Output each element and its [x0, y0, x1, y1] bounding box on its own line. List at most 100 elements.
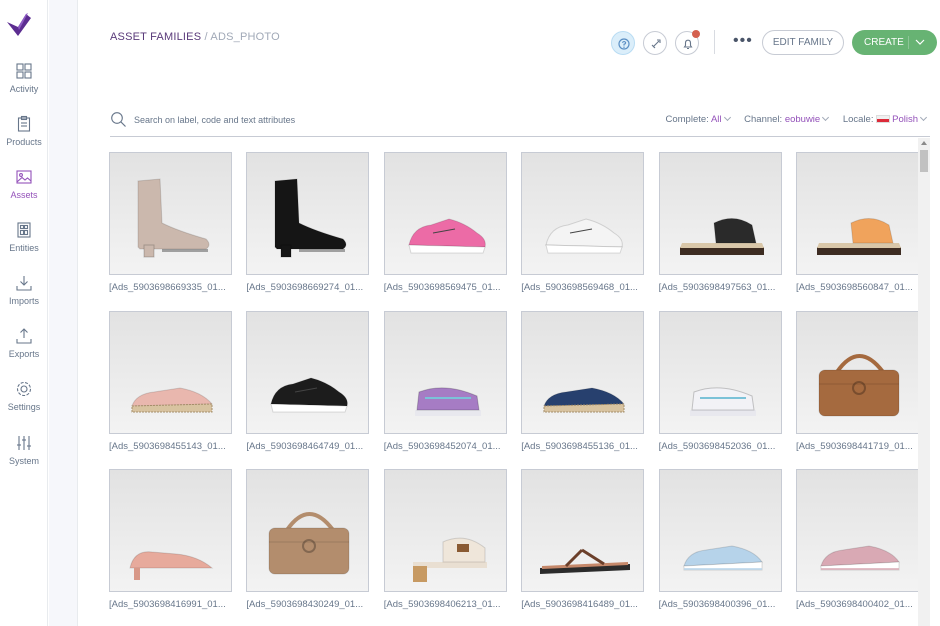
- product-image: [268, 512, 350, 575]
- rocket-button[interactable]: [643, 31, 667, 55]
- more-options-button[interactable]: •••: [733, 33, 753, 49]
- nav-item-exports[interactable]: Exports: [0, 327, 48, 377]
- nav-item-imports[interactable]: Imports: [0, 274, 48, 324]
- asset-thumbnail[interactable]: [521, 310, 645, 434]
- chevron-down-icon[interactable]: [915, 38, 925, 46]
- asset-thumbnail[interactable]: [383, 310, 507, 434]
- asset-thumbnail[interactable]: [796, 310, 919, 434]
- akeneo-logo[interactable]: [4, 10, 34, 40]
- asset-thumbnail[interactable]: [109, 152, 232, 275]
- asset-card[interactable]: [Ads_5903698569468_01...: [521, 152, 645, 302]
- create-button[interactable]: CREATE: [852, 30, 937, 55]
- asset-label: [Ads_5903698569475_01...: [383, 282, 501, 293]
- asset-label: [Ads_5903698560847_01...: [796, 282, 913, 293]
- asset-thumbnail[interactable]: [658, 310, 782, 434]
- chevron-down-icon: [919, 113, 928, 122]
- asset-thumbnail[interactable]: [109, 469, 232, 592]
- product-image: [540, 548, 631, 574]
- asset-thumbnail[interactable]: [521, 152, 645, 275]
- breadcrumb-asset-families[interactable]: ASSET FAMILIES: [110, 31, 201, 43]
- asset-thumbnail[interactable]: [246, 152, 370, 275]
- export-icon: [16, 328, 32, 344]
- asset-label: [Ads_5903698416489_01...: [521, 599, 638, 610]
- edit-family-button[interactable]: EDIT FAMILY: [762, 30, 844, 55]
- asset-card[interactable]: [Ads_5903698669335_01...: [109, 152, 232, 302]
- asset-label: [Ads_5903698416991_01...: [109, 599, 226, 610]
- asset-card[interactable]: [Ads_5903698464749_01...: [246, 310, 370, 461]
- asset-thumbnail[interactable]: [383, 152, 507, 275]
- scrollbar[interactable]: [918, 138, 930, 626]
- asset-card[interactable]: [Ads_5903698452036_01...: [658, 310, 782, 461]
- clipboard-icon: [17, 115, 31, 132]
- main-navigation: Activity Products Assets Entities Imports Exp…: [0, 0, 48, 626]
- nav-item-settings[interactable]: Settings: [0, 380, 48, 430]
- create-button-divider: [908, 36, 909, 49]
- nav-item-products[interactable]: Products: [0, 115, 48, 165]
- asset-label: [Ads_5903698455136_01...: [521, 440, 638, 452]
- gear-icon: [16, 381, 32, 397]
- asset-label: [Ads_5903698406213_01...: [383, 599, 501, 610]
- asset-card[interactable]: [Ads_5903698569475_01...: [383, 152, 507, 302]
- complete-filter-label: Complete:: [665, 114, 709, 125]
- asset-thumbnail[interactable]: [796, 469, 919, 592]
- asset-card[interactable]: [Ads_5903698400396_01...: [658, 469, 782, 619]
- product-image: [543, 386, 626, 412]
- asset-card[interactable]: [Ads_5903698497563_01...: [658, 152, 782, 302]
- notifications-button[interactable]: [675, 30, 700, 55]
- asset-card[interactable]: [Ads_5903698416489_01...: [521, 469, 645, 619]
- locale-filter-label: Locale:: [842, 114, 874, 125]
- asset-thumbnail[interactable]: [521, 469, 645, 592]
- nav-item-label: Products: [6, 137, 42, 147]
- help-icon: [618, 38, 630, 50]
- asset-card[interactable]: [Ads_5903698441719_01...: [796, 310, 919, 461]
- complete-filter[interactable]: Complete: All: [665, 113, 731, 125]
- locale-filter[interactable]: Locale: Polish: [842, 113, 928, 125]
- help-button[interactable]: [611, 31, 635, 55]
- complete-filter-value: All: [710, 114, 722, 125]
- scrollbar-thumb[interactable]: [920, 150, 928, 172]
- product-image: [270, 376, 349, 412]
- asset-thumbnail[interactable]: [658, 469, 782, 592]
- product-image: [414, 386, 481, 416]
- product-image: [408, 218, 486, 254]
- asset-thumbnail[interactable]: [383, 469, 507, 592]
- nav-item-system[interactable]: System: [0, 434, 48, 484]
- header-divider: [714, 30, 715, 54]
- asset-card[interactable]: [Ads_5903698455136_01...: [521, 310, 645, 461]
- asset-label: [Ads_5903698455143_01...: [109, 440, 226, 452]
- asset-thumbnail[interactable]: [246, 469, 370, 592]
- asset-thumbnail[interactable]: [796, 152, 919, 275]
- product-image: [274, 178, 347, 258]
- asset-thumbnail[interactable]: [658, 152, 782, 275]
- product-image: [820, 545, 900, 571]
- asset-card[interactable]: [Ads_5903698455143_01...: [109, 310, 232, 461]
- nav-item-label: System: [8, 456, 39, 466]
- search-input[interactable]: [134, 112, 434, 128]
- asset-card[interactable]: [Ads_5903698430249_01...: [246, 469, 370, 619]
- asset-card[interactable]: [Ads_5903698400402_01...: [796, 469, 919, 619]
- locale-filter-value: Polish: [892, 114, 918, 125]
- product-image: [679, 218, 764, 255]
- asset-card[interactable]: [Ads_5903698406213_01...: [383, 469, 507, 619]
- nav-item-assets[interactable]: Assets: [0, 168, 48, 218]
- asset-thumbnail[interactable]: [109, 310, 232, 434]
- nav-item-activity[interactable]: Activity: [0, 62, 48, 112]
- asset-label: [Ads_5903698669274_01...: [246, 282, 364, 293]
- nav-item-entities[interactable]: Entities: [0, 221, 48, 271]
- asset-card[interactable]: [Ads_5903698416991_01...: [109, 469, 232, 619]
- scroll-up-icon[interactable]: [921, 141, 927, 145]
- asset-thumbnail[interactable]: [246, 310, 370, 434]
- asset-label: [Ads_5903698430249_01...: [246, 599, 364, 610]
- channel-filter-label: Channel:: [744, 114, 783, 125]
- channel-filter[interactable]: Channel: eobuwie: [744, 113, 830, 125]
- poland-flag-icon: [876, 115, 891, 123]
- search-bar: Complete: All Channel: eobuwie Locale: P…: [110, 108, 930, 137]
- nav-item-label: Exports: [8, 349, 40, 359]
- asset-card[interactable]: [Ads_5903698452074_01...: [383, 310, 507, 461]
- asset-label: [Ads_5903698452074_01...: [383, 440, 501, 452]
- asset-card[interactable]: [Ads_5903698560847_01...: [796, 152, 919, 302]
- nav-item-label: Settings: [7, 402, 41, 412]
- breadcrumb-current: ADS_PHOTO: [210, 31, 280, 43]
- asset-card[interactable]: [Ads_5903698669274_01...: [246, 152, 370, 302]
- asset-label: [Ads_5903698669335_01...: [109, 282, 226, 293]
